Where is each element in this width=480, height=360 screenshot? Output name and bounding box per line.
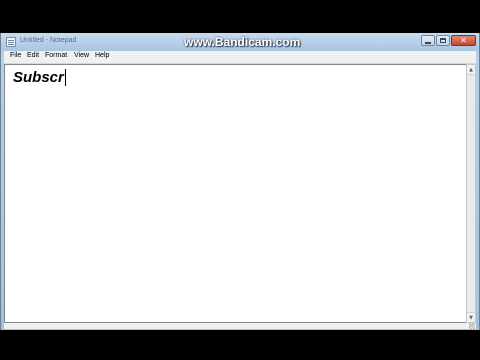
title-bar[interactable]: Untitled - Notepad www.Bandicam.com ✕ [1,33,479,51]
notepad-window: Untitled - Notepad www.Bandicam.com ✕ Fi… [0,33,480,330]
maximize-button[interactable] [436,35,450,46]
vertical-scrollbar[interactable]: ▲ ▼ [466,64,476,323]
close-button[interactable]: ✕ [451,35,476,46]
maximize-icon [440,38,446,43]
letterbox-top [0,0,480,33]
menu-format[interactable]: Format [45,52,67,59]
window-title: Untitled - Notepad [20,37,77,44]
bandicam-watermark: www.Bandicam.com [184,35,301,49]
menu-view[interactable]: View [74,52,89,59]
menu-edit[interactable]: Edit [27,52,39,59]
menu-bar: File Edit Format View Help [4,51,476,64]
scroll-up-icon[interactable]: ▲ [467,65,475,75]
text-editor-area[interactable]: Subscr [4,64,466,323]
notepad-icon[interactable] [6,37,16,47]
minimize-icon [425,41,431,44]
minimize-button[interactable] [421,35,435,46]
resize-grip-icon[interactable] [469,323,475,329]
letterbox-bottom [0,330,480,360]
menu-file[interactable]: File [10,52,21,59]
window-bottom-edge [4,323,476,329]
scroll-down-icon[interactable]: ▼ [467,312,475,322]
close-icon: ✕ [460,35,467,45]
menu-help[interactable]: Help [95,52,109,59]
editor-text: Subscr [13,69,66,86]
